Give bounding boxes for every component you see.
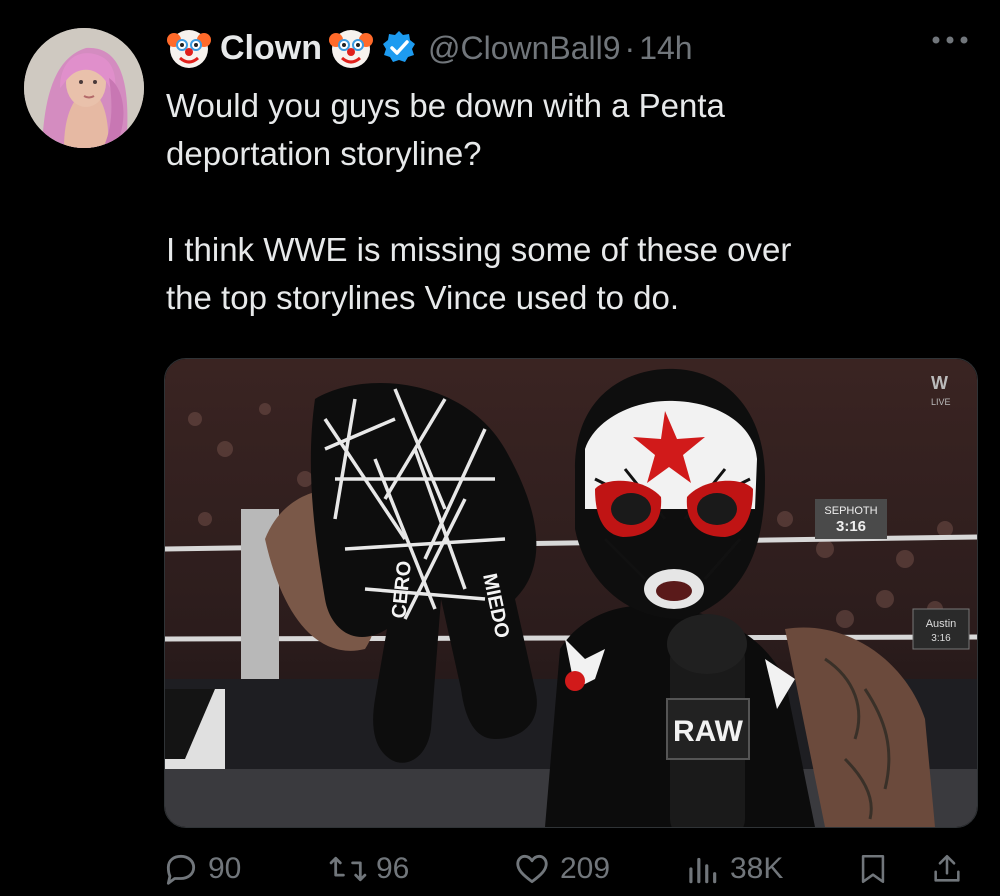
tweet-action-bar: 90 96 209 38K: [160, 844, 980, 894]
share-icon: [934, 854, 960, 882]
view-count: 38K: [730, 852, 784, 885]
analytics-bar-icon: [689, 857, 717, 884]
tweet-text-line: the top storylines Vince used to do.: [166, 279, 680, 316]
live-label: LIVE: [931, 397, 951, 407]
tweet-header: Clown @ClownBall9 · 14h: [166, 22, 980, 74]
clown-face-icon: [328, 25, 374, 71]
fan-sign-text: Austin: [926, 618, 957, 630]
author-name[interactable]: Clown: [220, 29, 322, 68]
reply-icon: [166, 854, 196, 885]
repost-button[interactable]: 96: [328, 844, 409, 894]
tweet-media-image[interactable]: Austin 3:16 SEPHOTH 3:16 W LIVE RAW CERO…: [164, 358, 978, 828]
avatar-image: [24, 28, 144, 148]
verified-badge-icon[interactable]: [380, 29, 418, 67]
views-button[interactable]: 38K: [682, 844, 783, 894]
reply-count: 90: [208, 852, 242, 885]
tweet-text-line: deportation storyline?: [166, 135, 482, 172]
reply-button[interactable]: 90: [162, 844, 241, 894]
tweet-timestamp[interactable]: 14h: [639, 30, 692, 67]
like-count: 209: [560, 852, 611, 885]
more-options-button[interactable]: [928, 30, 972, 50]
fan-sign-number: 3:16: [931, 633, 951, 644]
share-button[interactable]: [930, 844, 972, 894]
crowd-banner-number: 3:16: [836, 518, 866, 535]
repost-count: 96: [376, 852, 410, 885]
wrestler-photo: Austin 3:16 SEPHOTH 3:16 W LIVE RAW CERO…: [165, 359, 977, 827]
crowd-banner-text: SEPHOTH: [824, 505, 877, 517]
tweet-text: Would you guys be down with a Penta depo…: [166, 82, 966, 322]
bookmark-icon: [861, 854, 885, 884]
tweet-text-line: I think WWE is missing some of these ove…: [166, 231, 792, 268]
tweet-text-line: Would you guys be down with a Penta: [166, 87, 725, 124]
more-horizontal-icon: [932, 36, 968, 44]
author-avatar[interactable]: [24, 28, 144, 148]
mic-flag-text: RAW: [673, 715, 744, 748]
network-logo-icon: W: [931, 373, 948, 393]
like-button[interactable]: 209: [512, 844, 610, 894]
author-handle[interactable]: @ClownBall9: [428, 30, 621, 67]
separator-dot: ·: [624, 29, 636, 66]
bookmark-button[interactable]: [856, 844, 898, 894]
clown-face-icon: [166, 25, 212, 71]
heart-icon: [516, 854, 548, 884]
repost-icon: [329, 856, 367, 882]
